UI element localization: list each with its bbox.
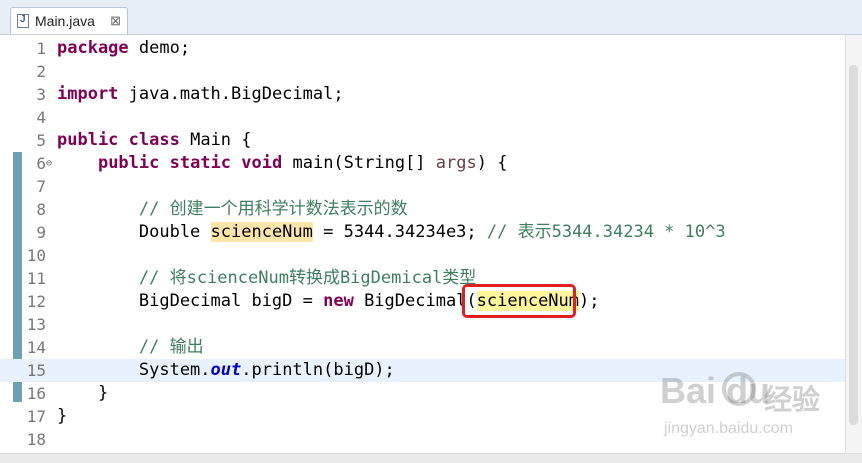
code-line[interactable]: 5 public class Main { (0, 129, 846, 152)
code-text: // 将scienceNum转换成BigDemical类型 (57, 267, 476, 290)
comment-token: // 输出 (138, 337, 204, 357)
code-token: } (57, 383, 109, 403)
code-line[interactable]: 2 (0, 60, 846, 83)
code-token: } (57, 406, 68, 426)
code-line[interactable]: 12 BigDecimal bigD = new BigDecimal(scie… (0, 290, 846, 313)
line-number: 9 (36, 223, 46, 242)
code-token: Double (57, 222, 211, 242)
line-number: 10 (26, 246, 46, 265)
code-text: public static void main(String[] args) { (57, 152, 508, 175)
line-number: 2 (36, 62, 46, 81)
line-number: 18 (26, 430, 46, 449)
code-text: Double scienceNum = 5344.34234e3; // 表示5… (57, 221, 726, 244)
code-line[interactable]: 13 (0, 313, 846, 336)
code-line[interactable]: 14 // 输出 (0, 336, 846, 359)
code-token: .println(bigD); (241, 360, 395, 380)
keyword-token: public (97, 153, 160, 173)
tab-title: Main.java (35, 13, 95, 29)
code-line[interactable]: 3 import java.math.BigDecimal; (0, 83, 846, 106)
line-number: 13 (26, 315, 46, 334)
code-line[interactable]: 4 (0, 106, 846, 129)
line-number: 8 (36, 200, 46, 219)
paw-logo-icon (722, 372, 756, 406)
code-text: } (57, 405, 67, 428)
code-text: public class Main { (57, 129, 252, 152)
line-number: 12 (26, 292, 46, 311)
line-number: 17 (26, 407, 46, 426)
line-number: 5 (36, 131, 46, 150)
line-number: 11 (26, 269, 46, 288)
code-line[interactable]: 10 (0, 244, 846, 267)
keyword-token: public (57, 130, 119, 150)
code-text: import java.math.BigDecimal; (57, 83, 344, 106)
line-number: 3 (36, 85, 46, 104)
code-token: System. (57, 360, 211, 380)
code-token: java.math.BigDecimal; (118, 84, 344, 104)
code-token: BigDecimal bigD = (57, 291, 324, 311)
close-icon[interactable]: ⊠ (110, 13, 121, 29)
line-number: 15 (26, 361, 46, 380)
keyword-token: void (241, 153, 283, 173)
watermark-url: jingyan.baidu.com (664, 420, 793, 437)
code-line[interactable]: 9 Double scienceNum = 5344.34234e3; // 表… (0, 221, 846, 244)
line-number: 16 (26, 384, 46, 403)
code-token: ); (579, 291, 600, 311)
line-number: 4 (36, 108, 46, 127)
watermark-cn: 经验 (764, 384, 821, 415)
scrollbar-thumb[interactable] (849, 65, 858, 425)
line-number: 1 (36, 39, 46, 58)
code-line[interactable]: 1 package demo; (0, 37, 846, 60)
comment-token: // 将scienceNum转换成BigDemical类型 (138, 268, 477, 288)
code-text: } (57, 382, 108, 405)
baidu-watermark: Bai du 经验 jingyan.baidu.com (660, 370, 850, 450)
comment-token: // 创建一个用科学计数法表示的数 (138, 199, 408, 219)
code-line[interactable]: 11 // 将scienceNum转换成BigDemical类型 (0, 267, 846, 290)
code-token: out (210, 360, 242, 380)
code-line[interactable]: 7 (0, 175, 846, 198)
tab-main-java[interactable]: Main.java ⊠ (10, 7, 128, 34)
code-token: BigDecimal( (353, 291, 477, 311)
code-token: ) { (476, 153, 508, 173)
code-token: scienceNum (210, 222, 313, 242)
java-file-icon (17, 14, 29, 28)
code-token: = 5344.34234e3; (312, 222, 487, 242)
code-text: // 创建一个用科学计数法表示的数 (57, 198, 408, 221)
code-token: Main { (179, 130, 252, 150)
keyword-token: static (169, 153, 232, 173)
comment-token: // 表示5344.34234 * 10^3 (486, 222, 726, 242)
line-number: 6 (36, 154, 46, 173)
code-text: package demo; (57, 37, 190, 60)
editor-tab-bar: Main.java ⊠ (0, 0, 862, 35)
keyword-token: new (323, 291, 354, 311)
keyword-token: package (57, 38, 129, 58)
code-text: System.out.println(bigD); (57, 359, 395, 382)
annotation-callout-box (462, 284, 576, 318)
code-token: args (435, 153, 477, 173)
keyword-token: import (57, 84, 119, 104)
line-number: 14 (26, 338, 46, 357)
code-line[interactable]: 6 ⊖ public static void main(String[] args… (0, 152, 846, 175)
fold-toggle-icon[interactable]: ⊖ (46, 152, 52, 175)
line-number: 7 (36, 177, 46, 196)
code-token: demo; (128, 38, 191, 58)
keyword-token: class (128, 130, 180, 150)
code-line[interactable]: 8 // 创建一个用科学计数法表示的数 (0, 198, 846, 221)
code-text: // 输出 (57, 336, 204, 359)
vertical-scrollbar[interactable] (845, 35, 862, 453)
code-token: main(String[] (282, 153, 436, 173)
